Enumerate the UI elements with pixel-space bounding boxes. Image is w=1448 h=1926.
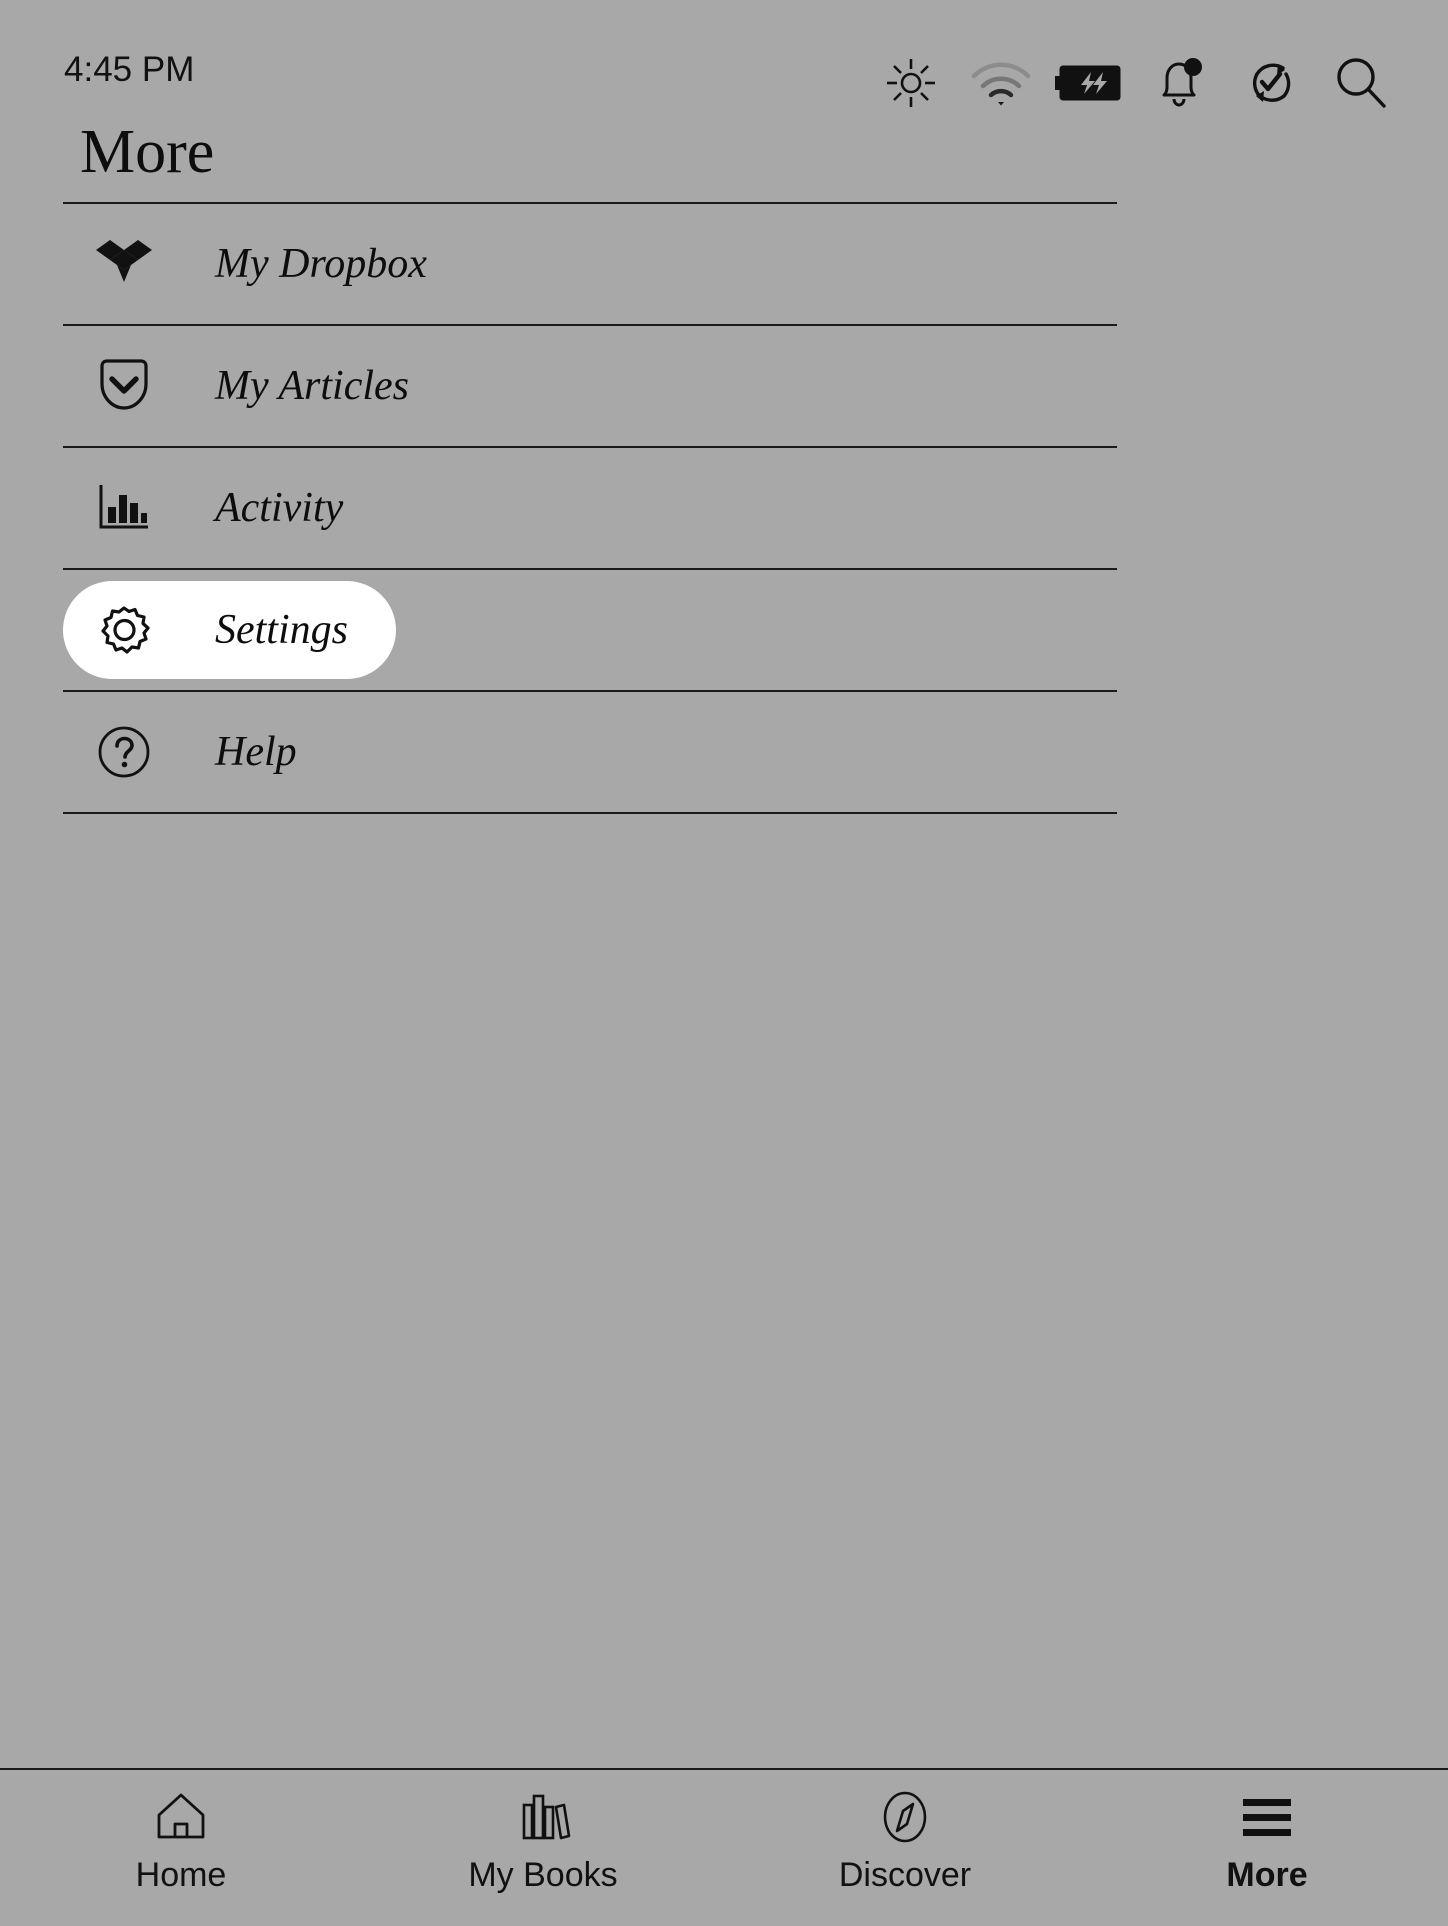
status-bar: 4:45 PM [0,0,1448,120]
sync-check-icon[interactable] [1226,48,1316,118]
menu-item-settings[interactable]: Settings [63,570,1117,690]
menu-item-help[interactable]: Help [63,692,1117,812]
dropbox-icon [95,235,153,293]
home-icon [151,1788,211,1846]
menu-item-label: Help [215,731,297,773]
question-circle-icon [95,723,153,781]
nav-item-label: More [1226,1858,1307,1892]
nav-item-home[interactable]: Home [0,1770,362,1926]
brightness-icon[interactable] [866,48,956,118]
menu-item-my-dropbox[interactable]: My Dropbox [63,204,1117,324]
nav-item-my-books[interactable]: My Books [362,1770,724,1926]
pocket-icon [95,357,153,415]
menu-item-label: Settings [215,609,348,651]
nav-item-more[interactable]: More [1086,1770,1448,1926]
books-icon [513,1788,573,1846]
nav-item-discover[interactable]: Discover [724,1770,1086,1926]
nav-item-label: Home [136,1858,227,1892]
status-bar-icons [866,48,1406,118]
menu-item-label: My Dropbox [215,243,427,285]
bottom-navigation-bar: Home My Books Discover [0,1768,1448,1926]
page-title: More [80,118,214,186]
notification-bell-icon[interactable] [1136,48,1226,118]
menu-item-label: Activity [215,487,343,529]
menu-item-my-articles[interactable]: My Articles [63,326,1117,446]
compass-icon [875,1788,935,1846]
search-icon[interactable] [1316,48,1406,118]
nav-item-label: Discover [839,1858,971,1892]
bar-chart-icon [95,479,153,537]
battery-charging-icon[interactable] [1046,48,1136,118]
status-bar-clock: 4:45 PM [64,52,194,87]
device-screen: 4:45 PM [0,0,1448,1926]
hamburger-icon [1237,1788,1297,1846]
list-divider [63,812,1117,814]
nav-item-label: My Books [468,1858,617,1892]
menu-item-activity[interactable]: Activity [63,448,1117,568]
menu-item-label: My Articles [215,365,409,407]
more-menu-list: My Dropbox My Articles [63,202,1117,814]
wifi-icon[interactable] [956,48,1046,118]
gear-icon [95,601,153,659]
